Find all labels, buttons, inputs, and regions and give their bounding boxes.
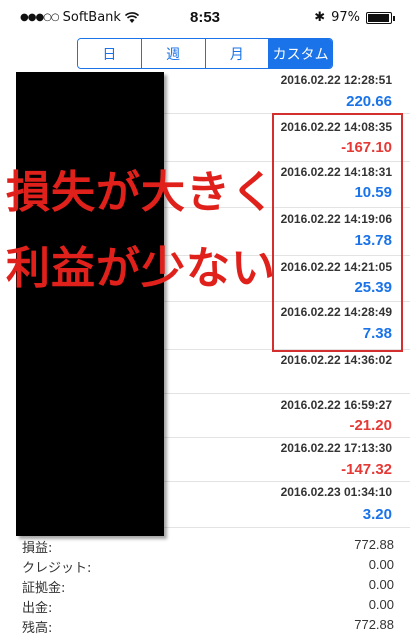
summary-row-deposit: 証拠金: 0.00 bbox=[22, 577, 394, 597]
annotation-text-line2: 利益が少ない bbox=[6, 243, 276, 294]
summary-row-balance: 残高: 772.88 bbox=[22, 617, 394, 637]
summary-value: 0.00 bbox=[368, 577, 394, 592]
summary-label: 残高: bbox=[22, 621, 53, 636]
summary-label: 損益: bbox=[22, 541, 53, 556]
annotation-text-line1: 損失が大きく bbox=[6, 167, 276, 218]
tab-month[interactable]: 月 bbox=[205, 39, 270, 68]
tab-custom[interactable]: カスタム bbox=[269, 39, 332, 68]
battery-percent: 97% bbox=[331, 10, 360, 25]
period-segmented-control: 日 週 月 カスタム bbox=[77, 38, 333, 69]
trade-date: 2016.02.22 12:28:51 bbox=[280, 73, 392, 87]
tab-week[interactable]: 週 bbox=[141, 39, 206, 68]
trade-date: 2016.02.23 01:34:10 bbox=[280, 485, 392, 499]
trade-profit: -147.32 bbox=[341, 461, 392, 478]
summary-row-profit: 損益: 772.88 bbox=[22, 537, 394, 557]
summary-row-credit: クレジット: 0.00 bbox=[22, 557, 394, 577]
trade-profit: -21.20 bbox=[349, 417, 392, 434]
summary-value: 0.00 bbox=[368, 557, 394, 572]
status-right: ✱ 97% bbox=[314, 10, 395, 25]
summary-label: 証拠金: bbox=[22, 581, 66, 596]
trade-profit: 220.66 bbox=[346, 93, 392, 110]
bluetooth-icon: ✱ bbox=[314, 10, 326, 25]
trade-date: 2016.02.22 16:59:27 bbox=[280, 398, 392, 412]
summary-value: 0.00 bbox=[368, 597, 394, 612]
summary-row-withdrawal: 出金: 0.00 bbox=[22, 597, 394, 617]
summary-label: 出金: bbox=[22, 601, 53, 616]
summary-label: クレジット: bbox=[22, 561, 92, 576]
battery-icon bbox=[366, 11, 395, 24]
highlight-box bbox=[272, 113, 403, 352]
summary-value: 772.88 bbox=[354, 537, 394, 552]
status-bar: ●●●○○ SoftBank 8:53 ✱ 97% bbox=[0, 0, 410, 36]
trade-date: 2016.02.22 17:13:30 bbox=[280, 441, 392, 455]
trade-date: 2016.02.22 14:36:02 bbox=[280, 353, 392, 367]
summary-value: 772.88 bbox=[354, 617, 394, 632]
tab-day[interactable]: 日 bbox=[78, 39, 142, 68]
trade-profit: 3.20 bbox=[362, 506, 392, 523]
redaction-block bbox=[16, 72, 164, 536]
